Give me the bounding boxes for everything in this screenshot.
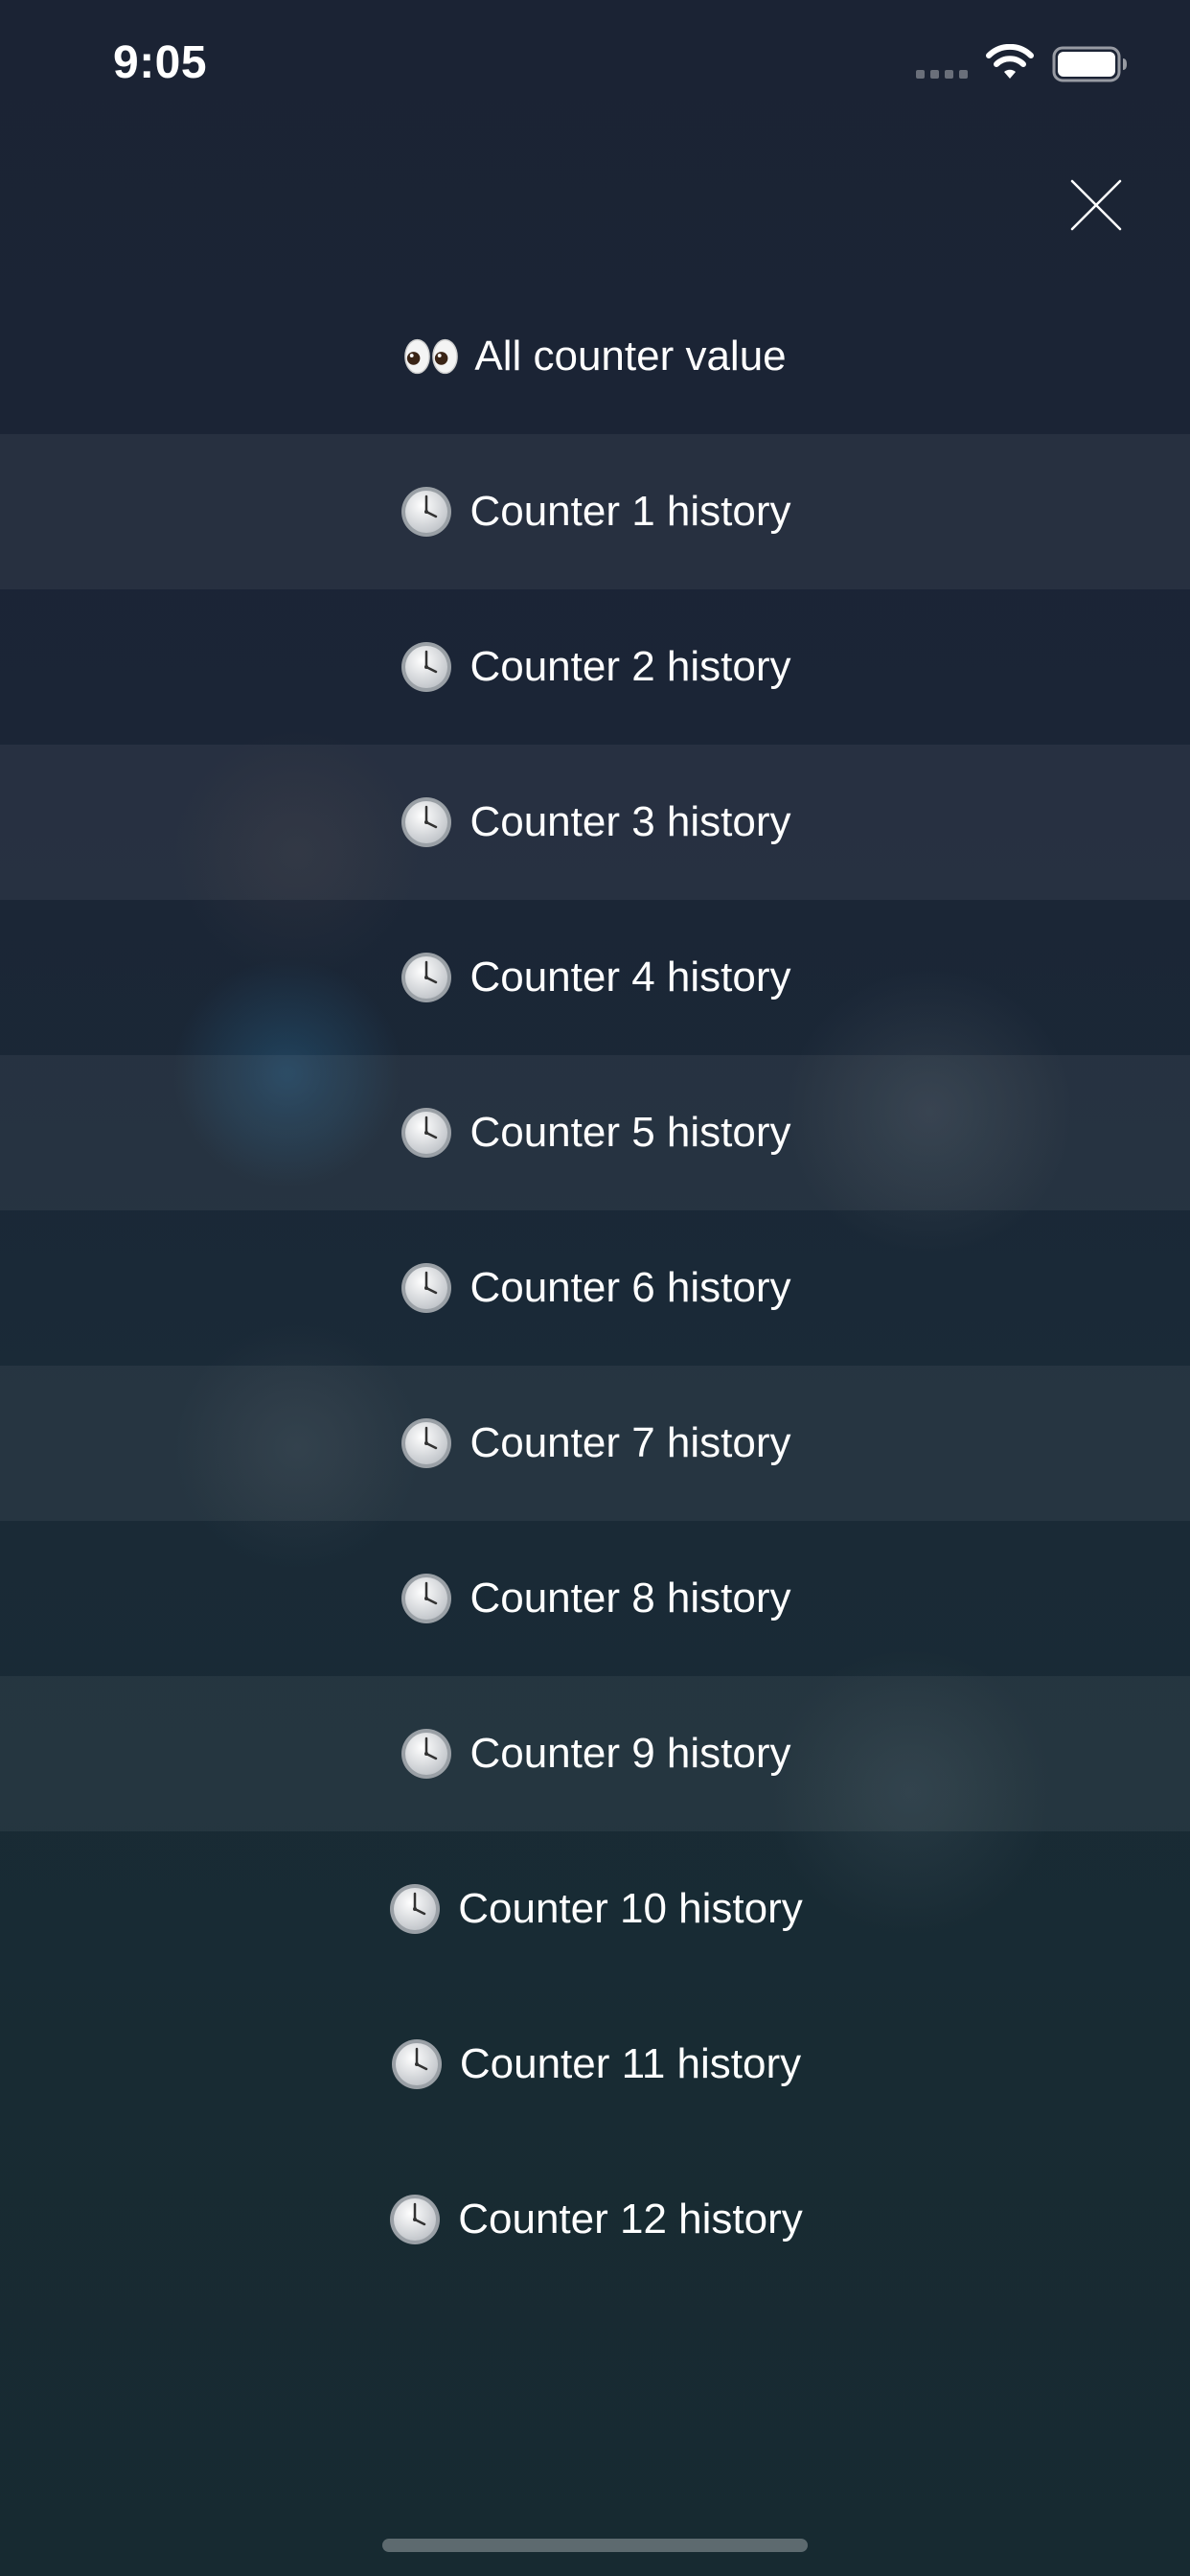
menu-item-label: Counter 12 history bbox=[458, 2196, 803, 2242]
menu-item-counter-10-history[interactable]: Counter 10 history bbox=[0, 1831, 1190, 1987]
clock-icon bbox=[399, 1105, 454, 1161]
clock-icon bbox=[387, 2192, 443, 2247]
menu-item-counter-5-history[interactable]: Counter 5 history bbox=[0, 1055, 1190, 1210]
menu-item-label: Counter 8 history bbox=[469, 1575, 791, 1622]
menu-item-label: Counter 6 history bbox=[469, 1264, 791, 1311]
menu-item-label: Counter 7 history bbox=[469, 1419, 791, 1466]
wifi-icon bbox=[986, 44, 1034, 79]
menu-item-counter-12-history[interactable]: Counter 12 history bbox=[0, 2142, 1190, 2297]
menu-item-counter-7-history[interactable]: Counter 7 history bbox=[0, 1366, 1190, 1521]
menu-item-label: Counter 9 history bbox=[469, 1730, 791, 1777]
status-time: 9:05 bbox=[113, 37, 208, 88]
menu-item-label: All counter value bbox=[474, 333, 787, 380]
menu-item-label: Counter 5 history bbox=[469, 1109, 791, 1156]
menu-list: All counter value Counter 1 history Coun… bbox=[0, 279, 1190, 2297]
status-bar: 9:05 bbox=[0, 0, 1190, 134]
clock-icon bbox=[399, 1571, 454, 1626]
clock-icon bbox=[399, 950, 454, 1005]
menu-item-label: Counter 2 history bbox=[469, 643, 791, 690]
menu-item-label: Counter 1 history bbox=[469, 488, 791, 535]
menu-item-counter-8-history[interactable]: Counter 8 history bbox=[0, 1521, 1190, 1676]
menu-item-counter-3-history[interactable]: Counter 3 history bbox=[0, 745, 1190, 900]
home-indicator[interactable] bbox=[382, 2539, 808, 2552]
clock-icon bbox=[399, 1415, 454, 1471]
menu-item-counter-1-history[interactable]: Counter 1 history bbox=[0, 434, 1190, 589]
clock-icon bbox=[387, 1881, 443, 1937]
menu-item-counter-6-history[interactable]: Counter 6 history bbox=[0, 1210, 1190, 1366]
menu-item-counter-9-history[interactable]: Counter 9 history bbox=[0, 1676, 1190, 1831]
menu-item-label: Counter 4 history bbox=[469, 954, 791, 1000]
battery-icon bbox=[1052, 46, 1127, 82]
menu-item-label: Counter 3 history bbox=[469, 798, 791, 845]
clock-icon bbox=[399, 639, 454, 695]
clock-icon bbox=[399, 484, 454, 540]
close-icon bbox=[1070, 179, 1122, 231]
close-button[interactable] bbox=[1062, 171, 1131, 240]
cellular-signal-icon bbox=[916, 70, 968, 79]
clock-icon bbox=[389, 2036, 445, 2092]
clock-icon bbox=[399, 1726, 454, 1782]
menu-item-counter-11-history[interactable]: Counter 11 history bbox=[0, 1987, 1190, 2142]
clock-icon bbox=[399, 794, 454, 850]
menu-item-all-counter-value[interactable]: All counter value bbox=[0, 279, 1190, 434]
menu-item-label: Counter 10 history bbox=[458, 1885, 803, 1932]
menu-item-label: Counter 11 history bbox=[459, 2040, 802, 2087]
menu-item-counter-2-history[interactable]: Counter 2 history bbox=[0, 589, 1190, 745]
menu-item-counter-4-history[interactable]: Counter 4 history bbox=[0, 900, 1190, 1055]
clock-icon bbox=[399, 1260, 454, 1316]
eyes-icon bbox=[403, 329, 459, 384]
